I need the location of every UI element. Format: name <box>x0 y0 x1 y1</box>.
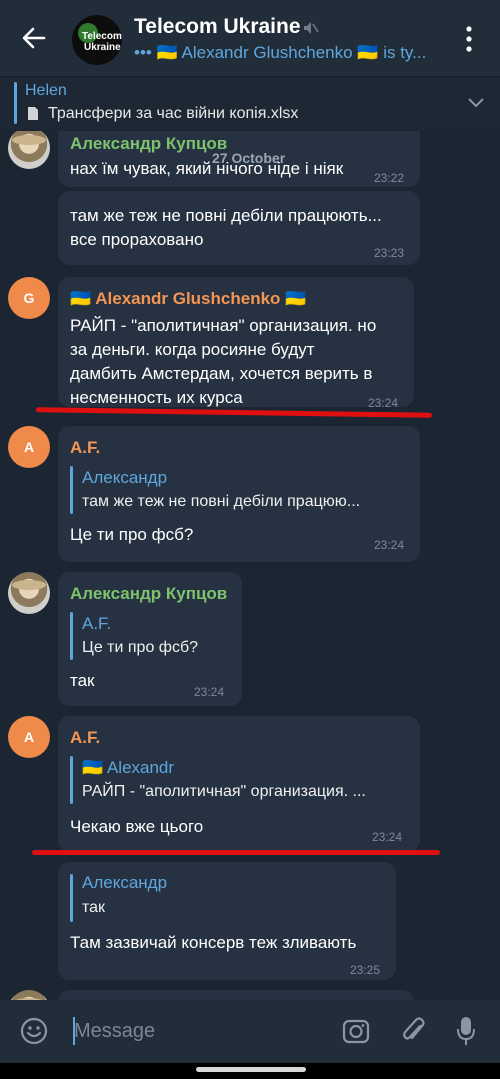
reply-accent-bar <box>70 756 73 804</box>
file-icon <box>28 107 38 120</box>
message-time: 23:22 <box>374 171 405 185</box>
reply-text[interactable]: так <box>82 899 105 917</box>
message-text: за деньги. когда росияне будут <box>70 340 315 359</box>
message-text: нах їм чувак, який нічого ніде і ніяк <box>70 159 344 178</box>
message-text: там же теж не повні дебіли працюють... <box>70 206 382 225</box>
avatar[interactable]: A <box>8 426 50 468</box>
chevron-down-icon[interactable] <box>467 97 485 109</box>
message-bubble[interactable]: A.F. Александр там же теж не повні дебіл… <box>58 426 420 562</box>
highlight-underline <box>32 850 440 855</box>
message-text: РАЙП - "аполитичная" организация. но <box>70 316 377 335</box>
reply-accent-bar <box>70 612 73 660</box>
message-bubble[interactable]: 🇺🇦 Alexandr Glushchenko 🇺🇦 РАЙП - "аполи… <box>58 277 414 410</box>
sender-name: Александр Купцов <box>70 584 228 603</box>
message-bubble[interactable]: Александр Купцов A.F. Це ти про фсб? так… <box>58 572 242 706</box>
message-time: 23:24 <box>194 685 225 699</box>
message-text: все прораховано <box>70 230 204 249</box>
back-arrow-icon[interactable] <box>18 22 50 54</box>
pinned-file-name: Трансфери за час війни копія.xlsx <box>48 105 299 122</box>
message-text: Це ти про фсб? <box>70 525 194 544</box>
message-time: 23:24 <box>368 396 399 410</box>
pinned-sender: Helen <box>25 82 67 99</box>
reply-text[interactable]: РАЙП - "аполитичная" организация. ... <box>82 783 366 801</box>
avatar[interactable] <box>8 572 50 614</box>
message-bubble[interactable]: A.F. 🇺🇦 Alexandr РАЙП - "аполитичная" ор… <box>58 716 420 852</box>
reply-sender: 🇺🇦 Alexandr <box>82 758 175 777</box>
message-bubble[interactable]: там же теж не повні дебіли працюють... в… <box>58 191 420 265</box>
reply-accent-bar <box>70 466 73 514</box>
avatar[interactable] <box>8 131 50 169</box>
message-text: так <box>70 671 95 690</box>
reply-sender: Александр <box>82 873 168 892</box>
pinned-accent-bar <box>14 82 17 124</box>
message-time: 23:23 <box>374 246 405 260</box>
sender-name: A.F. <box>70 728 101 747</box>
date-badge: 27 October <box>212 150 286 166</box>
message-text: Чекаю вже цього <box>70 817 204 836</box>
sender-name: A.F. <box>70 438 101 457</box>
message-text: несменность их курса <box>70 388 243 407</box>
avatar[interactable]: A <box>8 716 50 758</box>
camera-icon[interactable] <box>341 1016 371 1046</box>
avatar[interactable]: G <box>8 277 50 319</box>
sender-name: Александр Купцов <box>70 134 228 153</box>
microphone-icon[interactable] <box>456 1015 476 1047</box>
message-bubble[interactable] <box>58 990 414 1000</box>
typing-status: ••• 🇺🇦 Alexandr Glushchenko 🇺🇦 is ty... <box>134 43 427 62</box>
message-time: 23:25 <box>350 963 381 977</box>
reply-text[interactable]: там же теж не повні дебіли працюю... <box>82 493 360 511</box>
avatar-logo-text-1: Telecom <box>82 31 122 42</box>
reply-text[interactable]: Це ти про фсб? <box>82 639 198 657</box>
muted-speaker-icon <box>304 22 319 34</box>
home-gesture-pill[interactable] <box>196 1067 306 1072</box>
message-bubble[interactable]: Александр так Там зазвичай консерв теж з… <box>58 862 396 980</box>
avatar-logo-text-2: Ukraine <box>84 42 121 53</box>
message-time: 23:24 <box>374 538 405 552</box>
message-text: дамбить Амстердам, хочется верить в <box>70 364 373 383</box>
message-text: Там зазвичай консерв теж зливають <box>70 933 357 952</box>
avatar[interactable] <box>8 990 50 1000</box>
reply-accent-bar <box>70 874 73 922</box>
chat-avatar[interactable]: Telecom Ukraine <box>72 15 122 65</box>
emoji-icon[interactable] <box>20 1017 48 1045</box>
chat-title[interactable]: Telecom Ukraine <box>134 15 301 39</box>
attach-paperclip-icon[interactable] <box>399 1015 427 1047</box>
reply-sender: A.F. <box>82 614 112 633</box>
message-time: 23:24 <box>372 830 403 844</box>
message-feed[interactable]: Александр Купцов нах їм чувак, який нічо… <box>0 131 500 1000</box>
message-input[interactable] <box>74 1015 304 1047</box>
sender-name: 🇺🇦 Alexandr Glushchenko 🇺🇦 <box>70 289 307 308</box>
reply-sender: Александр <box>82 468 168 487</box>
more-menu-icon[interactable] <box>462 24 476 54</box>
